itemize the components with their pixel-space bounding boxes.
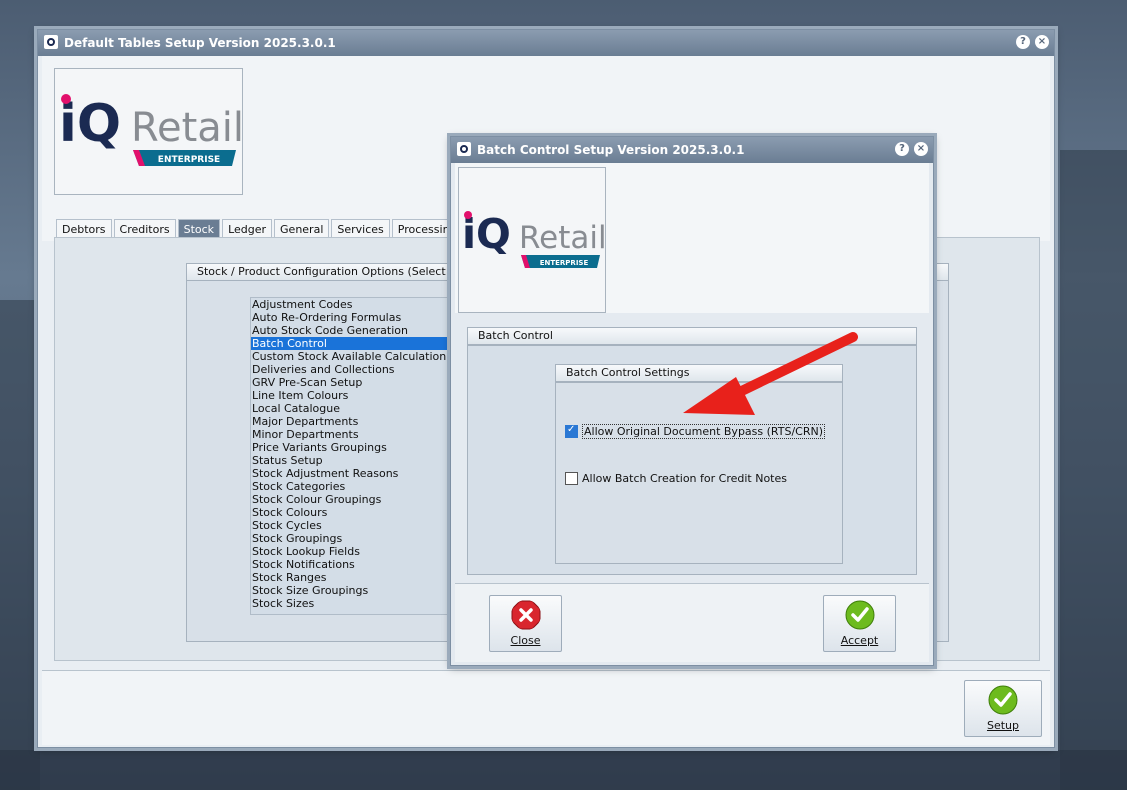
check-icon xyxy=(988,685,1018,715)
list-item[interactable]: Major Departments xyxy=(251,415,451,428)
main-window-title: Default Tables Setup Version 2025.3.0.1 xyxy=(64,36,336,50)
list-item[interactable]: Custom Stock Available Calculation xyxy=(251,350,451,363)
tab-stock[interactable]: Stock xyxy=(177,219,221,239)
list-item[interactable]: Stock Sizes xyxy=(251,597,451,610)
help-icon[interactable]: ? xyxy=(895,142,909,156)
list-item[interactable]: Stock Adjustment Reasons xyxy=(251,467,451,480)
list-item[interactable]: Stock Cycles xyxy=(251,519,451,532)
list-item[interactable]: Stock Colour Groupings xyxy=(251,493,451,506)
setup-button-label: Setup xyxy=(986,719,1020,732)
list-item[interactable]: Status Setup xyxy=(251,454,451,467)
original-document-bypass-checkbox[interactable] xyxy=(565,424,578,438)
original-document-bypass-label: Allow Original Document Bypass (RTS/CRN) xyxy=(582,424,826,439)
batch-credit-notes-label: Allow Batch Creation for Credit Notes xyxy=(582,472,787,485)
tab-general[interactable]: General xyxy=(274,219,330,239)
list-item[interactable]: Deliveries and Collections xyxy=(251,363,451,376)
close-icon[interactable]: × xyxy=(914,142,928,156)
iq-retail-logo: iQ Retail ENTERPRISE xyxy=(59,94,242,166)
list-item[interactable]: Price Variants Groupings xyxy=(251,441,451,454)
app-icon xyxy=(457,142,471,156)
list-item[interactable]: Stock Notifications xyxy=(251,558,451,571)
tab-services[interactable]: Services xyxy=(331,219,390,239)
main-tabs: Debtors Creditors Stock Ledger General S… xyxy=(56,219,465,239)
list-item[interactable]: Auto Stock Code Generation xyxy=(251,324,451,337)
config-group-body-right xyxy=(933,281,949,642)
svg-text:ENTERPRISE: ENTERPRISE xyxy=(540,259,589,267)
config-group-title-right xyxy=(933,263,949,281)
help-icon[interactable]: ? xyxy=(1016,35,1030,49)
dialog-logo-box: iQ Retail ENTERPRISE xyxy=(458,167,606,313)
list-item[interactable]: Local Catalogue xyxy=(251,402,451,415)
list-item[interactable]: Line Item Colours xyxy=(251,389,451,402)
list-item[interactable]: GRV Pre-Scan Setup xyxy=(251,376,451,389)
svg-text:ENTERPRISE: ENTERPRISE xyxy=(158,155,220,165)
check-icon xyxy=(845,600,874,630)
original-document-bypass-row[interactable]: Allow Original Document Bypass (RTS/CRN) xyxy=(565,424,826,439)
list-item[interactable]: Minor Departments xyxy=(251,428,451,441)
app-icon xyxy=(44,35,58,49)
list-item-selected[interactable]: Batch Control xyxy=(251,337,451,350)
svg-text:Retail: Retail xyxy=(519,220,605,256)
config-options-list[interactable]: Adjustment Codes Auto Re-Ordering Formul… xyxy=(250,297,452,615)
config-group-title: Stock / Product Configuration Options (S… xyxy=(186,263,458,281)
close-x-icon xyxy=(511,600,540,630)
tab-creditors[interactable]: Creditors xyxy=(113,219,176,239)
close-icon[interactable]: × xyxy=(1035,35,1049,49)
iq-retail-logo: iQ Retail ENTERPRISE xyxy=(462,210,605,268)
close-button[interactable]: Close xyxy=(489,595,562,652)
batch-credit-notes-row[interactable]: Allow Batch Creation for Credit Notes xyxy=(565,472,787,485)
tab-ledger[interactable]: Ledger xyxy=(222,219,273,239)
setup-button[interactable]: Setup xyxy=(964,680,1042,737)
batch-control-dialog: Batch Control Setup Version 2025.3.0.1 ?… xyxy=(450,136,934,666)
dialog-title: Batch Control Setup Version 2025.3.0.1 xyxy=(477,143,745,157)
tab-debtors[interactable]: Debtors xyxy=(56,219,112,239)
batch-credit-notes-checkbox[interactable] xyxy=(565,472,578,485)
list-item[interactable]: Stock Ranges xyxy=(251,571,451,584)
list-item[interactable]: Stock Colours xyxy=(251,506,451,519)
footer-area xyxy=(42,670,1050,745)
list-item[interactable]: Auto Re-Ordering Formulas xyxy=(251,311,451,324)
list-item[interactable]: Stock Groupings xyxy=(251,532,451,545)
accept-button-label: Accept xyxy=(840,634,879,647)
list-item[interactable]: Adjustment Codes xyxy=(251,298,451,311)
red-arrow-icon xyxy=(683,332,858,415)
logo-box: iQ Retail ENTERPRISE xyxy=(54,68,243,195)
close-button-label: Close xyxy=(510,634,541,647)
main-titlebar[interactable]: Default Tables Setup Version 2025.3.0.1 … xyxy=(38,30,1054,56)
dialog-titlebar[interactable]: Batch Control Setup Version 2025.3.0.1 ?… xyxy=(451,137,933,163)
list-item[interactable]: Stock Categories xyxy=(251,480,451,493)
svg-text:Retail: Retail xyxy=(131,105,242,151)
accept-button[interactable]: Accept xyxy=(823,595,896,652)
list-item[interactable]: Stock Size Groupings xyxy=(251,584,451,597)
list-item[interactable]: Stock Lookup Fields xyxy=(251,545,451,558)
